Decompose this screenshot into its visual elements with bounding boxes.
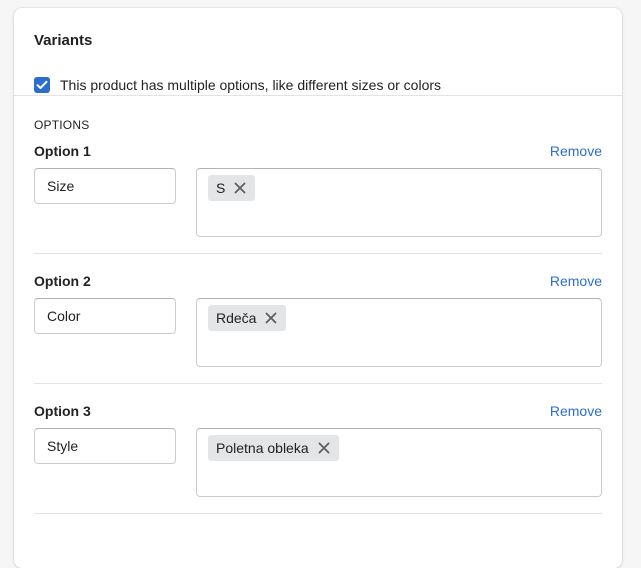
options-heading: OPTIONS [34,118,90,132]
option-2-name-input[interactable] [34,298,176,334]
options-section: OPTIONS Option 1 Remove Size S Option 2 … [14,96,622,514]
option-3-values-input[interactable]: Poletna obleka [196,428,602,497]
multiple-options-label: This product has multiple options, like … [60,77,442,93]
option-header: Option 3 Remove [34,402,602,420]
option-3-name-input[interactable] [34,428,176,464]
variants-header-section: Variants This product has multiple optio… [14,8,622,96]
value-tag-label: Rdeča [216,310,257,326]
card-title: Variants [34,32,93,49]
option-block-2: Option 2 Remove Rdeča [34,254,602,384]
value-tag-label: S [216,180,226,196]
option-1-name-input[interactable] [34,168,176,204]
option-label: Option 3 [34,403,91,419]
option-2-values-input[interactable]: Rdeča [196,298,602,367]
close-icon[interactable] [260,307,282,329]
remove-option-1-link[interactable]: Remove [550,143,602,159]
close-icon[interactable] [229,177,251,199]
option-block-1: Option 1 Remove S [34,132,602,254]
variants-card: Variants This product has multiple optio… [14,8,622,568]
value-tag: Rdeča [208,305,287,331]
option-label: Option 2 [34,273,91,289]
multiple-options-row[interactable]: This product has multiple options, like … [34,76,602,94]
multiple-options-checkbox[interactable] [34,77,50,93]
checkmark-icon [36,80,48,89]
value-tag: S [208,175,256,201]
option-row: Poletna obleka [34,428,602,497]
option-header: Option 2 Remove [34,272,602,290]
option-row: Rdeča [34,298,602,367]
option-row: S [34,168,602,237]
option-block-3: Option 3 Remove Poletna obleka [34,384,602,514]
value-tag: Poletna obleka [208,435,339,461]
remove-option-2-link[interactable]: Remove [550,273,602,289]
option-header: Option 1 Remove [34,142,602,160]
value-tag-label: Poletna obleka [216,440,309,456]
close-icon[interactable] [313,437,335,459]
option-1-values-input[interactable]: S [196,168,602,237]
remove-option-3-link[interactable]: Remove [550,403,602,419]
option-label: Option 1 [34,143,91,159]
